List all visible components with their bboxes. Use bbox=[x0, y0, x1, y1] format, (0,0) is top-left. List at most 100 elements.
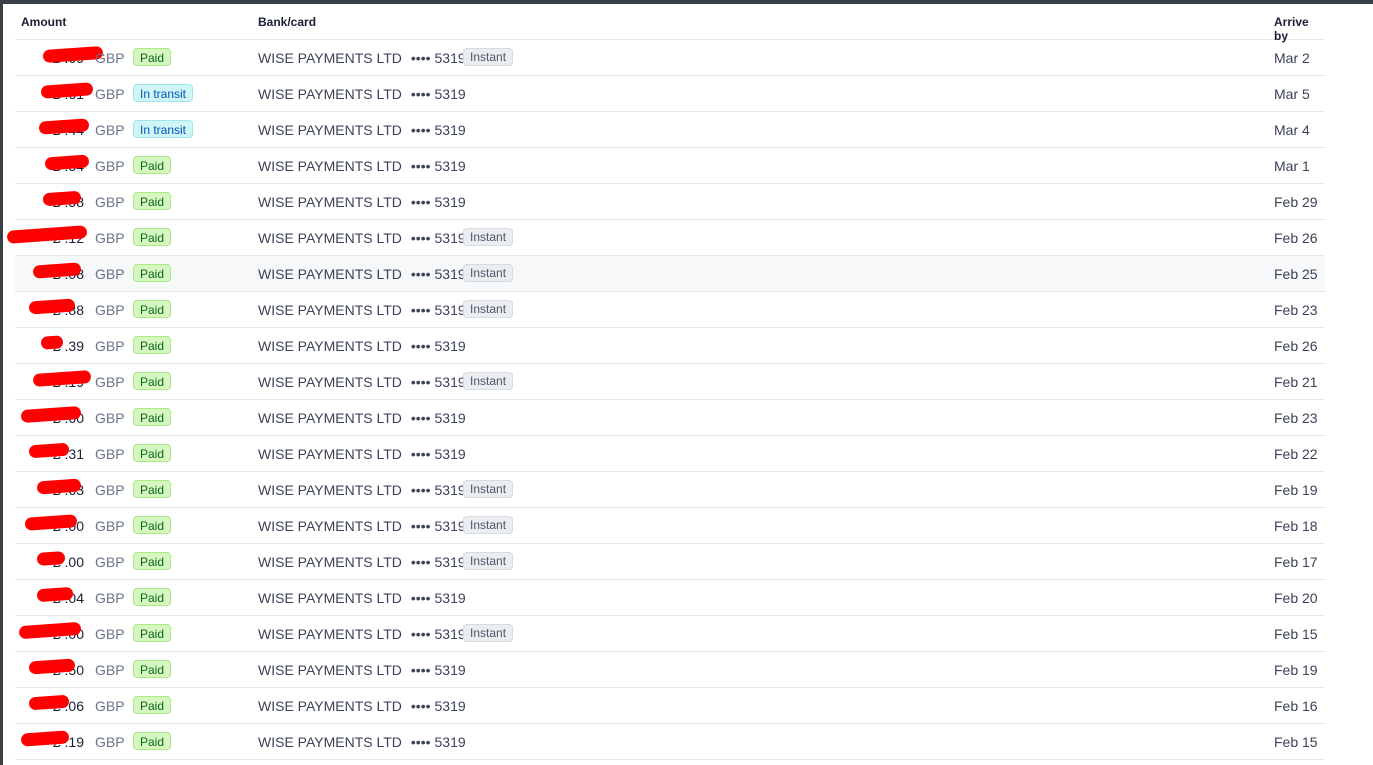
bank-name: WISE PAYMENTS LTD bbox=[258, 698, 402, 714]
table-row[interactable]: £ .88GBPPaidWISE PAYMENTS LTD••••5319Ins… bbox=[15, 292, 1325, 328]
masked-card-dots: •••• bbox=[410, 626, 431, 642]
bank-card-cell: WISE PAYMENTS LTD •••• 5319 bbox=[258, 338, 466, 354]
currency-code: GBP bbox=[95, 338, 125, 354]
bank-name: WISE PAYMENTS LTD bbox=[258, 446, 402, 462]
arrive-by-date: Mar 5 bbox=[1274, 86, 1310, 102]
column-header-arrive-by[interactable]: Arrive by bbox=[1274, 15, 1325, 43]
masked-card-dots: •••• bbox=[410, 446, 431, 462]
table-row[interactable]: £ .63GBPPaidWISE PAYMENTS LTD••••5319Ins… bbox=[15, 472, 1325, 508]
currency-code: GBP bbox=[95, 446, 125, 462]
masked-card-dots: •••• bbox=[410, 554, 431, 570]
column-header-amount[interactable]: Amount bbox=[21, 15, 66, 29]
card-last4: 5319 bbox=[434, 698, 466, 714]
arrive-by-date: Feb 15 bbox=[1274, 626, 1318, 642]
bank-name: WISE PAYMENTS LTD bbox=[258, 374, 402, 390]
table-row[interactable]: £ .58GBPPaidWISE PAYMENTS LTD••••5319Feb… bbox=[15, 184, 1325, 220]
table-row[interactable]: £ .08GBPPaidWISE PAYMENTS LTD••••5319Ins… bbox=[15, 256, 1325, 292]
arrive-by-date: Feb 21 bbox=[1274, 374, 1318, 390]
masked-card-dots: •••• bbox=[410, 338, 431, 354]
card-last4: 5319 bbox=[434, 662, 466, 678]
currency-code: GBP bbox=[95, 266, 125, 282]
arrive-by-date: Feb 20 bbox=[1274, 590, 1318, 606]
table-row[interactable]: £ .19 GBP Paid WISE PAYMENTS LTD •••• 5319 Feb… bbox=[15, 724, 1325, 760]
currency-code: GBP bbox=[95, 302, 125, 318]
currency-code: GBP bbox=[95, 734, 125, 750]
bank-card-cell: WISE PAYMENTS LTD •••• 5319 bbox=[258, 158, 466, 174]
bank-card-cell: WISE PAYMENTS LTD •••• 5319 bbox=[258, 374, 466, 390]
instant-badge: Instant bbox=[463, 624, 514, 642]
payouts-table: Amount Bank/card Arrive by £ .69GBPPaidW… bbox=[6, 4, 1325, 765]
bank-name: WISE PAYMENTS LTD bbox=[258, 734, 402, 750]
card-last4: 5319 bbox=[434, 590, 466, 606]
instant-badge: Instant bbox=[463, 48, 514, 66]
currency-code: GBP bbox=[95, 50, 125, 66]
bank-card-cell: WISE PAYMENTS LTD •••• 5319 bbox=[258, 266, 466, 282]
table-row[interactable]: £ .31 GBP Paid WISE PAYMENTS LTD •••• 5319 Feb… bbox=[15, 436, 1325, 472]
table-row[interactable]: £ .00GBPPaidWISE PAYMENTS LTD••••5319Ins… bbox=[15, 544, 1325, 580]
redaction-scribble bbox=[40, 335, 64, 350]
card-last4: 5319 bbox=[434, 50, 466, 66]
table-header: Amount Bank/card Arrive by bbox=[15, 4, 1325, 43]
table-row[interactable]: £ .19GBPPaidWISE PAYMENTS LTD••••5319Ins… bbox=[15, 364, 1325, 400]
card-last4: 5319 bbox=[434, 230, 466, 246]
card-last4: 5319 bbox=[434, 122, 466, 138]
table-row[interactable]: £ .12GBPPaidWISE PAYMENTS LTD••••5319Ins… bbox=[6, 220, 1325, 256]
masked-card-dots: •••• bbox=[410, 194, 431, 210]
table-row[interactable]: £ .50GBPPaidWISE PAYMENTS LTD••••5319Feb… bbox=[15, 652, 1325, 688]
status-badge: Paid bbox=[133, 336, 172, 354]
table-row[interactable]: £ .04GBPPaidWISE PAYMENTS LTD••••5319Feb… bbox=[15, 580, 1325, 616]
masked-card-dots: •••• bbox=[410, 86, 431, 102]
arrive-by-date: Feb 16 bbox=[1274, 698, 1318, 714]
currency-code: GBP bbox=[95, 518, 125, 534]
column-header-bank-card[interactable]: Bank/card bbox=[258, 15, 316, 29]
currency-code: GBP bbox=[95, 158, 125, 174]
card-last4: 5319 bbox=[434, 158, 466, 174]
arrive-by-date: Feb 25 bbox=[1274, 266, 1318, 282]
status-badge: Paid bbox=[133, 48, 172, 66]
bank-name: WISE PAYMENTS LTD bbox=[258, 554, 402, 570]
table-row[interactable]: £ .00GBPPaidWISE PAYMENTS LTD••••5319Ins… bbox=[15, 616, 1325, 652]
currency-code: GBP bbox=[95, 482, 125, 498]
bank-name: WISE PAYMENTS LTD bbox=[258, 338, 402, 354]
bank-name: WISE PAYMENTS LTD bbox=[258, 662, 402, 678]
instant-badge: Instant bbox=[463, 300, 514, 318]
instant-badge: Instant bbox=[463, 228, 514, 246]
arrive-by-date: Feb 23 bbox=[1274, 410, 1318, 426]
table-row[interactable]: £ .60GBPPaidWISE PAYMENTS LTD••••5319Feb… bbox=[15, 400, 1325, 436]
right-gutter bbox=[1325, 4, 1373, 765]
bank-card-cell: WISE PAYMENTS LTD •••• 5319 bbox=[258, 194, 466, 210]
masked-card-dots: •••• bbox=[410, 698, 431, 714]
table-row[interactable]: £ .69GBPPaidWISE PAYMENTS LTD••••5319Ins… bbox=[15, 40, 1325, 76]
arrive-by-date: Feb 18 bbox=[1274, 518, 1318, 534]
bank-card-cell: WISE PAYMENTS LTD •••• 5319 bbox=[258, 122, 466, 138]
bank-name: WISE PAYMENTS LTD bbox=[258, 518, 402, 534]
masked-card-dots: •••• bbox=[410, 590, 431, 606]
bank-name: WISE PAYMENTS LTD bbox=[258, 122, 402, 138]
table-row[interactable]: £ .00GBPPaidWISE PAYMENTS LTD••••5319Ins… bbox=[15, 508, 1325, 544]
bank-card-cell: WISE PAYMENTS LTD •••• 5319 bbox=[258, 662, 466, 678]
instant-badge: Instant bbox=[463, 264, 514, 282]
masked-card-dots: •••• bbox=[410, 50, 431, 66]
card-last4: 5319 bbox=[434, 266, 466, 282]
table-row[interactable]: £ .44GBPIn transitWISE PAYMENTS LTD••••5… bbox=[15, 112, 1325, 148]
table-row[interactable]: £ .06 GBP Paid WISE PAYMENTS LTD •••• 5319 Feb… bbox=[15, 688, 1325, 724]
currency-code: GBP bbox=[95, 86, 125, 102]
bank-name: WISE PAYMENTS LTD bbox=[258, 230, 402, 246]
masked-card-dots: •••• bbox=[410, 410, 431, 426]
arrive-by-date: Feb 26 bbox=[1274, 230, 1318, 246]
table-row[interactable]: £ .39 GBP Paid WISE PAYMENTS LTD •••• 5319 Feb… bbox=[15, 328, 1325, 364]
instant-badge: Instant bbox=[463, 516, 514, 534]
status-badge: Paid bbox=[133, 444, 172, 462]
bank-card-cell: WISE PAYMENTS LTD •••• 5319 bbox=[258, 590, 466, 606]
currency-code: GBP bbox=[95, 194, 125, 210]
card-last4: 5319 bbox=[434, 446, 466, 462]
table-body: £ .69GBPPaidWISE PAYMENTS LTD••••5319Ins… bbox=[6, 40, 1325, 760]
instant-badge: Instant bbox=[463, 372, 514, 390]
masked-card-dots: •••• bbox=[410, 266, 431, 282]
bank-name: WISE PAYMENTS LTD bbox=[258, 302, 402, 318]
masked-card-dots: •••• bbox=[410, 734, 431, 750]
card-last4: 5319 bbox=[434, 554, 466, 570]
currency-code: GBP bbox=[95, 698, 125, 714]
table-row[interactable]: £ .54GBPPaidWISE PAYMENTS LTD••••5319Mar… bbox=[15, 148, 1325, 184]
table-row[interactable]: £ .61GBPIn transitWISE PAYMENTS LTD••••5… bbox=[15, 76, 1325, 112]
